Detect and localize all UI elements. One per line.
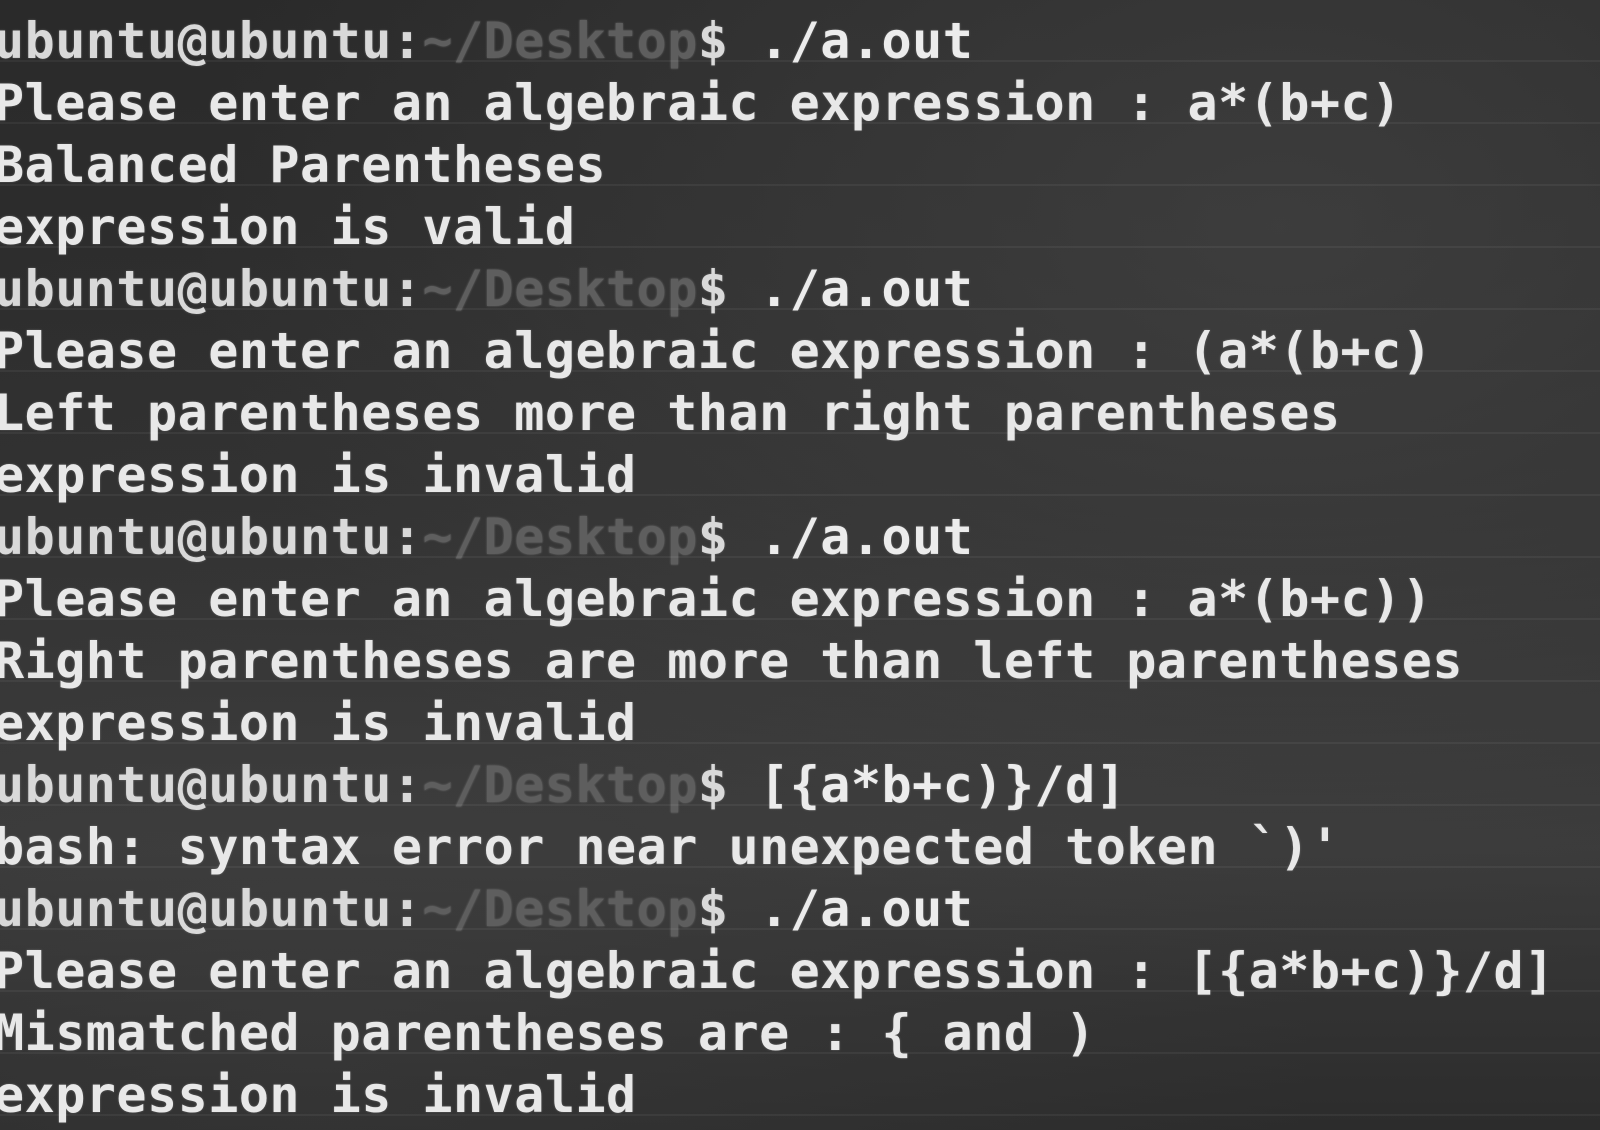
output-line: Left parentheses more than right parenth… [0, 384, 1341, 442]
prompt-line: ubuntu@ubuntu:~/Desktop$ ./a.out [0, 10, 1600, 72]
prompt-user-host: ubuntu@ubuntu: [0, 508, 423, 566]
prompt-symbol: $ [697, 12, 729, 70]
prompt-path: ~/Desktop [422, 880, 698, 938]
prompt-symbol: $ [697, 756, 729, 814]
output-line: expression is invalid [0, 694, 637, 752]
output-line: Please enter an algebraic expression : (… [0, 322, 1433, 380]
prompt-user-host: ubuntu@ubuntu: [0, 12, 423, 70]
prompt-line: ubuntu@ubuntu:~/Desktop$ ./a.out [0, 878, 1600, 940]
output-line: expression is invalid [0, 446, 637, 504]
command-text: ./a.out [728, 880, 974, 938]
output-line: expression is valid [0, 198, 576, 256]
output-line: Mismatched parentheses are : { and ) [0, 1004, 1096, 1062]
prompt-symbol: $ [697, 508, 729, 566]
output-line: Please enter an algebraic expression : a… [0, 570, 1433, 628]
prompt-path: ~/Desktop [422, 508, 698, 566]
prompt-path: ~/Desktop [422, 12, 698, 70]
command-text: ./a.out [728, 508, 974, 566]
prompt-user-host: ubuntu@ubuntu: [0, 260, 423, 318]
prompt-user-host: ubuntu@ubuntu: [0, 756, 423, 814]
command-text: [{a*b+c)}/d] [728, 756, 1127, 814]
prompt-line: ubuntu@ubuntu:~/Desktop$ ./a.out [0, 506, 1600, 568]
command-text: ./a.out [728, 260, 974, 318]
terminal-window[interactable]: ubuntu@ubuntu:~/Desktop$ ./a.out Please … [0, 0, 1600, 1130]
prompt-symbol: $ [697, 260, 729, 318]
prompt-line: ubuntu@ubuntu:~/Desktop$ ./a.out [0, 258, 1600, 320]
prompt-user-host: ubuntu@ubuntu: [0, 880, 423, 938]
prompt-line: ubuntu@ubuntu:~/Desktop$ [{a*b+c)}/d] [0, 754, 1600, 816]
prompt-symbol: $ [697, 880, 729, 938]
terminal-output: ubuntu@ubuntu:~/Desktop$ ./a.out Please … [0, 10, 1600, 1126]
command-text: ./a.out [728, 12, 974, 70]
prompt-path: ~/Desktop [422, 260, 698, 318]
output-line: expression is invalid [0, 1066, 637, 1124]
prompt-path: ~/Desktop [422, 756, 698, 814]
output-line: Please enter an algebraic expression : a… [0, 74, 1402, 132]
output-line: Right parentheses are more than left par… [0, 632, 1463, 690]
output-line: Please enter an algebraic expression : [… [0, 942, 1555, 1000]
output-line: Balanced Parentheses [0, 136, 607, 194]
error-line: bash: syntax error near unexpected token… [0, 818, 1341, 876]
